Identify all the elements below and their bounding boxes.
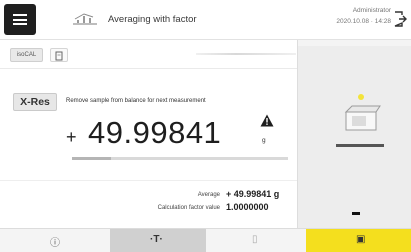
header-bar: Averaging with factor Administrator 2020… (0, 0, 411, 40)
weight-value: 49.99841 (88, 115, 222, 150)
status-indicator-dot (358, 94, 364, 100)
warning-triangle-icon (260, 114, 274, 127)
balance-icon (336, 105, 384, 147)
weighing-progress-fill (72, 157, 111, 160)
zero-button[interactable]: ▯ (206, 229, 306, 252)
instruction-text: Remove sample from balance for next meas… (66, 98, 206, 104)
divider (0, 180, 297, 181)
bottom-toolbar: ⓘ ·T· ▯ ▣ (0, 228, 411, 252)
weight-sign: + (66, 127, 77, 147)
average-value: + 49.99841 g (226, 189, 280, 199)
averaging-method-icon (73, 13, 97, 25)
hamburger-menu-icon[interactable] (4, 4, 36, 35)
page-title: Averaging with factor (108, 14, 197, 25)
divider (0, 68, 297, 69)
level-indicator (352, 212, 360, 215)
factor-value: 1.0000000 (226, 202, 269, 212)
tare-button[interactable]: ·T· (110, 229, 206, 252)
tare-icon: ·T· (150, 234, 163, 245)
date-time: 2020.10.08 · 14:28 (336, 18, 391, 25)
logout-icon[interactable] (393, 11, 407, 27)
user-name: Administrator (352, 7, 391, 14)
factor-label: Calculation factor value (157, 205, 220, 211)
print-result-icon: ▣ (356, 234, 366, 245)
x-res-button[interactable]: X-Res (13, 93, 57, 111)
print-button[interactable]: ▣ (306, 229, 411, 252)
average-label: Average (197, 192, 220, 198)
status-progress-strip (196, 53, 296, 55)
clipboard-icon[interactable] (50, 48, 68, 62)
info-icon: ⓘ (50, 238, 60, 249)
weight-unit: g (262, 137, 266, 144)
zero-icon: ▯ (252, 234, 258, 245)
isocal-button[interactable]: isoCAL (10, 48, 43, 62)
info-button[interactable]: ⓘ (0, 229, 110, 252)
